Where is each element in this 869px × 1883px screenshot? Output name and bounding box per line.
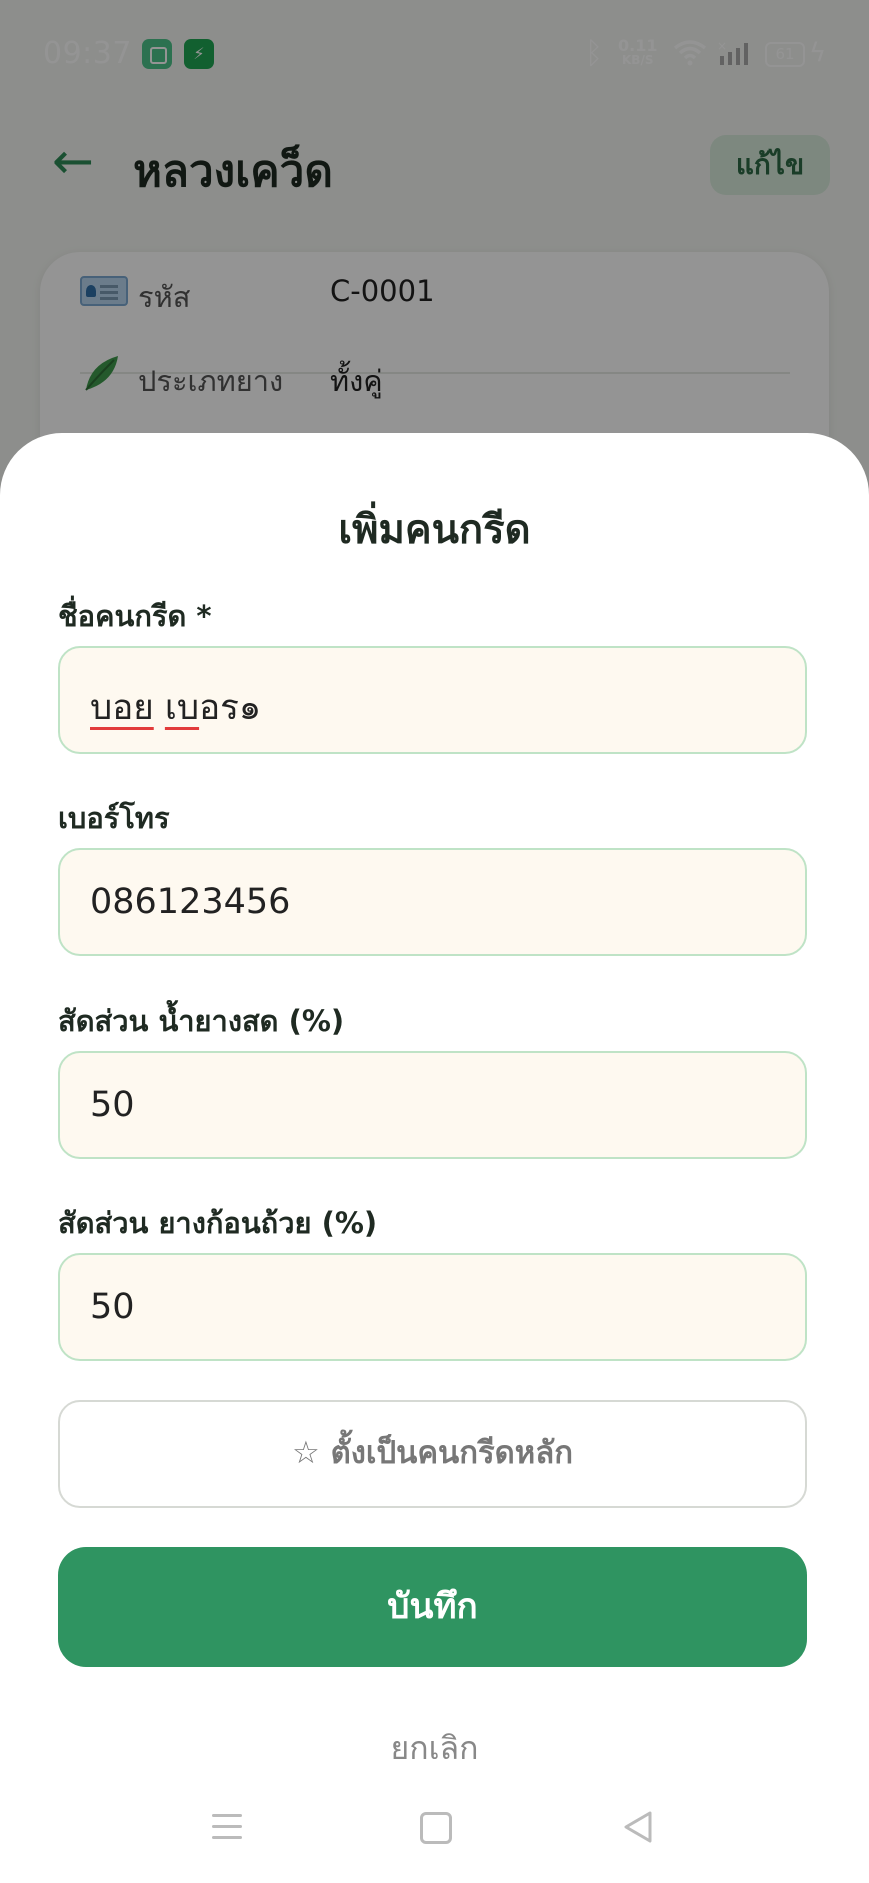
latex-share-input[interactable]: 50 <box>58 1051 807 1159</box>
set-primary-tapper-button[interactable]: ☆ ตั้งเป็นคนกรีดหลัก <box>58 1400 807 1508</box>
name-input[interactable]: บอย เบอร๑ <box>58 646 807 754</box>
field-label-name: ชื่อคนกรีด * <box>58 599 212 633</box>
nav-back-icon[interactable] <box>622 1810 654 1844</box>
spellcheck-word: บอย <box>90 688 154 728</box>
name-rest: อร๑ <box>199 688 262 728</box>
field-label-cuplump-share: สัดส่วน ยางก้อนถ้วย (%) <box>58 1206 378 1240</box>
phone-input[interactable]: 086123456 <box>58 848 807 956</box>
save-button[interactable]: บันทึก <box>58 1547 807 1667</box>
recent-apps-icon[interactable] <box>212 1814 242 1840</box>
add-tapper-sheet: เพิ่มคนกรีด ชื่อคนกรีด * บอย เบอร๑ เบอร์… <box>0 433 869 1883</box>
sheet-title: เพิ่มคนกรีด <box>338 507 531 553</box>
spellcheck-word: เบ <box>164 688 200 728</box>
cancel-button[interactable]: ยกเลิก <box>0 1723 869 1774</box>
field-label-latex-share: สัดส่วน น้ำยางสด (%) <box>58 1004 345 1038</box>
phone-input-value: 086123456 <box>90 882 291 922</box>
field-label-phone: เบอร์โทร <box>58 801 170 835</box>
name-input-value: บอย เบอร๑ <box>90 680 261 735</box>
cuplump-share-input[interactable]: 50 <box>58 1253 807 1361</box>
latex-share-value: 50 <box>90 1085 135 1125</box>
system-nav-bar <box>0 1790 869 1883</box>
cuplump-share-value: 50 <box>90 1287 135 1327</box>
home-icon[interactable] <box>420 1812 452 1844</box>
